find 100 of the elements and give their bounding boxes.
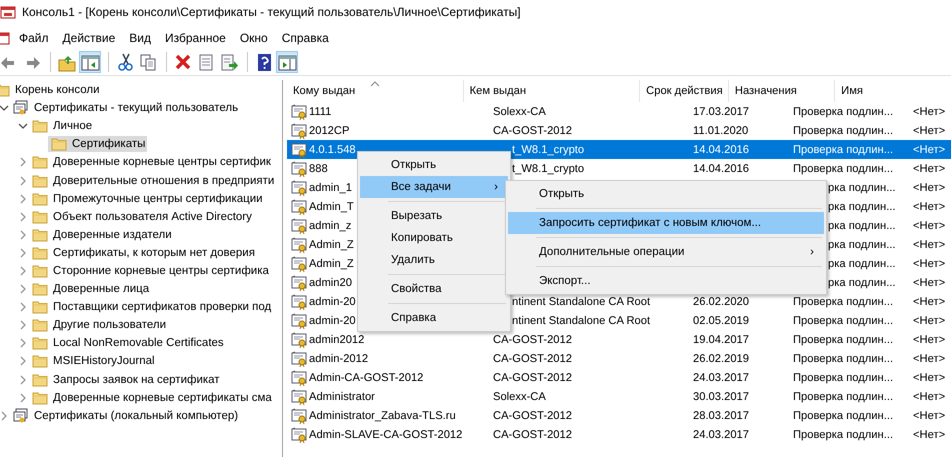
tree-item[interactable]: Личное	[29, 118, 94, 134]
folder-icon	[32, 154, 48, 170]
menu-item[interactable]: Справка	[360, 307, 508, 329]
menu-item[interactable]: Копировать	[360, 227, 508, 249]
menu-item[interactable]: Запросить сертификат с новым ключом...	[508, 212, 824, 234]
folder-icon	[32, 262, 48, 279]
table-cell: CA-GOST-2012	[493, 372, 572, 384]
table-cell: <Нет>	[913, 144, 946, 156]
table-cell: Проверка подлин...	[793, 372, 894, 384]
table-cell: 24.03.2017	[693, 428, 749, 440]
menu-item[interactable]: Файл	[12, 29, 56, 47]
sort-caret-icon	[370, 81, 380, 87]
menu-item[interactable]: Дополнительные операции ›	[508, 241, 824, 263]
table-cell: Admin_Z	[309, 258, 354, 270]
table-cell: admin_1	[309, 182, 352, 194]
tree-item[interactable]: Корень консоли	[0, 82, 102, 98]
certificate-icon	[291, 370, 307, 386]
tree-item[interactable]: Сертификаты - текущий пользователь	[10, 100, 240, 116]
table-cell: Admin_T	[309, 200, 354, 212]
table-cell: Проверка подлин...	[793, 352, 894, 364]
certificate-icon	[291, 350, 307, 366]
menu-item[interactable]: Открыть	[508, 183, 824, 205]
toolbar-button[interactable]	[276, 51, 298, 73]
tree-item[interactable]: Сертификаты	[48, 136, 148, 152]
folder-icon	[32, 244, 48, 261]
table-cell: Проверка подлин...	[793, 124, 894, 136]
table-cell: рка подлин...	[828, 258, 896, 270]
folder-icon	[51, 136, 67, 152]
tree-item[interactable]: Доверительные отношения в предприяти	[29, 172, 276, 189]
table-cell: 4.0.1.548	[309, 144, 356, 156]
table-cell: 11.01.2020	[693, 124, 748, 136]
menu-item[interactable]: Открыть	[360, 154, 508, 176]
menu-item[interactable]: Справка	[274, 29, 336, 47]
column-header[interactable]: Кем выдан	[464, 80, 640, 102]
table-cell: 02.05.2019	[693, 314, 749, 326]
certificate-icon	[291, 408, 307, 424]
table-cell: Admin_Z	[309, 238, 354, 250]
tree-item[interactable]: Доверенные корневые центры сертифик	[29, 154, 273, 170]
table-cell: <Нет>	[913, 200, 946, 212]
menu-item[interactable]: Окно	[232, 29, 275, 47]
menu-item[interactable]: Экспорт...	[508, 270, 824, 292]
table-cell: Проверка подлин...	[793, 296, 894, 308]
certificate-icon	[291, 142, 307, 158]
tree-item[interactable]: Доверенные корневые сертификаты сма	[29, 390, 274, 406]
certificate-icon	[291, 218, 307, 234]
folder-icon	[32, 281, 48, 298]
table-cell: рка подлин...	[828, 182, 896, 194]
menu-item[interactable]: Действие	[56, 29, 122, 47]
menu-item[interactable]: Вид	[122, 29, 158, 47]
table-cell: <Нет>	[913, 276, 946, 288]
tree-item[interactable]: Другие пользователи	[29, 317, 168, 334]
table-cell: рка подлин...	[828, 200, 896, 212]
menu-item[interactable]: Избранное	[158, 29, 233, 47]
table-cell: <Нет>	[913, 106, 946, 118]
tree-item[interactable]: Доверенные лица	[29, 281, 152, 298]
folder-icon	[32, 299, 48, 316]
tree-item[interactable]: Local NonRemovable Certificates	[29, 335, 226, 352]
certificate-store-icon	[13, 100, 29, 116]
tree-item[interactable]: Поставщики сертификатов проверки под	[29, 299, 274, 316]
tree-item[interactable]: Сторонние корневые центры сертифика	[29, 262, 271, 279]
tree-item[interactable]: Промежуточные центры сертификации	[29, 190, 265, 207]
certificate-icon	[291, 122, 307, 138]
certificate-icon	[291, 104, 307, 120]
table-cell: admin_z	[309, 220, 352, 232]
certificate-icon	[291, 312, 307, 328]
tree-item[interactable]: Объект пользователя Active Directory	[29, 208, 254, 225]
certificate-icon	[291, 426, 307, 442]
certificate-icon	[291, 180, 307, 196]
certificate-icon	[291, 160, 307, 176]
folder-icon	[32, 226, 48, 243]
console-app-icon	[0, 30, 10, 46]
toolbar-button[interactable]	[79, 51, 101, 73]
column-header[interactable]: Кому выдан	[287, 80, 464, 102]
table-cell: t_W8.1_crypto	[512, 162, 584, 174]
tree-item[interactable]: MSIEHistoryJournal	[29, 353, 157, 370]
table-cell: Проверка подлин...	[793, 144, 894, 156]
table-cell: admin-20	[309, 296, 356, 308]
table-cell: Solexx-CA	[493, 390, 546, 402]
table-cell: admin-20	[309, 314, 356, 326]
certificate-icon	[291, 236, 307, 252]
column-header[interactable]: Срок действия	[640, 80, 729, 102]
column-header[interactable]: Имя	[835, 80, 951, 102]
menu-item[interactable]: Все задачи ›	[360, 176, 508, 198]
table-cell: <Нет>	[913, 428, 946, 440]
certificate-icon	[291, 332, 307, 348]
menu-item[interactable]: Свойства	[360, 278, 508, 300]
table-cell: <Нет>	[913, 258, 946, 270]
folder-icon	[32, 353, 48, 370]
tree-item[interactable]: Запросы заявок на сертификат	[29, 372, 222, 388]
menu-item[interactable]: Удалить	[360, 249, 508, 271]
table-cell: ntinent Standalone CA Root	[512, 314, 650, 326]
menu-item[interactable]: Вырезать	[360, 205, 508, 227]
column-header[interactable]: Назначения	[728, 80, 836, 102]
tree-item[interactable]: Доверенные издатели	[29, 226, 174, 243]
tree-item[interactable]: Сертификаты (локальный компьютер)	[10, 408, 240, 424]
certificate-icon	[291, 274, 307, 290]
table-cell: <Нет>	[913, 182, 946, 194]
table-cell: 26.02.2019	[693, 352, 749, 364]
tree-item[interactable]: Сертификаты, к которым нет доверия	[29, 244, 257, 261]
table-cell: CA-GOST-2012	[493, 410, 572, 422]
